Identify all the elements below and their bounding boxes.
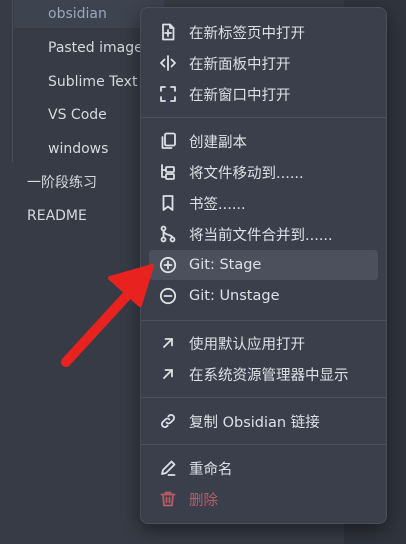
menu-make-copy[interactable]: 创建副本 [149,126,378,156]
menu-move-file[interactable]: 将文件移动到...... [149,157,378,187]
menu-separator [141,117,386,118]
pencil-icon [159,459,177,477]
tree-item-vs-code[interactable]: VS Code [48,105,107,125]
menu-label: 使用默认应用打开 [189,336,305,353]
git-merge-icon [159,225,177,243]
tree-item-practice[interactable]: 一阶段练习 [27,173,97,193]
menu-label: 在新标签页中打开 [189,25,305,42]
menu-label: 在新窗口中打开 [189,87,291,104]
link-icon [159,412,177,430]
plus-circle-icon [159,256,177,274]
menu-label: 将当前文件合并到...... [189,227,333,244]
copy-icon [159,132,177,150]
menu-git-unstage[interactable]: Git: Unstage [149,281,378,311]
menu-label: 重命名 [189,461,233,478]
menu-separator [141,444,386,445]
menu-label: 书签...... [189,196,246,213]
external-arrow-icon [159,365,177,383]
menu-rename[interactable]: 重命名 [149,453,378,483]
minus-circle-icon [159,287,177,305]
tree-indent-guide [12,0,13,162]
menu-label: 将文件移动到...... [189,165,304,182]
new-window-icon [159,85,177,103]
tree-item-obsidian[interactable]: obsidian [48,4,107,24]
split-pane-icon [159,54,177,72]
menu-label: Git: Unstage [189,288,280,304]
menu-label: 复制 Obsidian 链接 [189,414,320,431]
move-folder-icon [159,163,177,181]
menu-separator [141,397,386,398]
menu-label: 创建副本 [189,134,247,151]
bookmark-icon [159,194,177,212]
menu-open-default-app[interactable]: 使用默认应用打开 [149,328,378,358]
menu-label: Git: Stage [189,257,262,273]
tree-item-readme[interactable]: README [27,206,87,226]
menu-bookmark[interactable]: 书签...... [149,188,378,218]
menu-separator [141,320,386,321]
menu-label: 在新面板中打开 [189,56,291,73]
menu-open-new-tab[interactable]: 在新标签页中打开 [149,17,378,47]
menu-label: 删除 [189,492,218,509]
new-tab-icon [159,23,177,41]
context-menu: 在新标签页中打开 在新面板中打开 在新窗口中打开 创建副本 将文件移动到....… [140,7,387,524]
menu-git-stage[interactable]: Git: Stage [149,250,378,280]
menu-show-in-explorer[interactable]: 在系统资源管理器中显示 [149,359,378,389]
tree-item-windows[interactable]: windows [48,139,108,159]
trash-icon [159,490,177,508]
menu-copy-obsidian-link[interactable]: 复制 Obsidian 链接 [149,406,378,436]
menu-open-new-pane[interactable]: 在新面板中打开 [149,48,378,78]
menu-open-new-window[interactable]: 在新窗口中打开 [149,79,378,109]
tree-item-pasted-image[interactable]: Pasted image [48,38,143,58]
menu-delete[interactable]: 删除 [149,484,378,514]
menu-merge-file[interactable]: 将当前文件合并到...... [149,219,378,249]
menu-label: 在系统资源管理器中显示 [189,367,349,384]
external-arrow-icon [159,334,177,352]
tree-item-sublime-text[interactable]: Sublime Text [48,72,137,92]
